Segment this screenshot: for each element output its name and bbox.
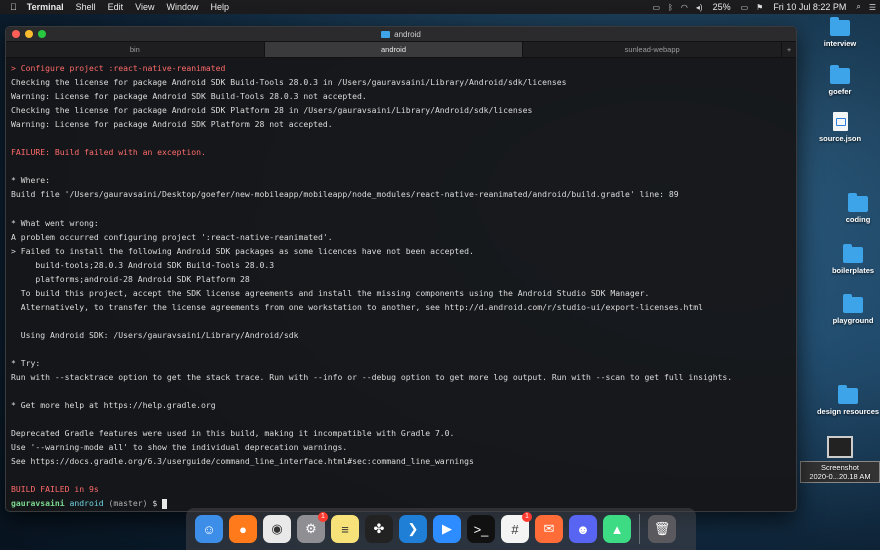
terminal-line: Build file '/Users/gauravsaini/Desktop/g… — [11, 189, 679, 200]
screenshot-thumbnail-icon — [827, 436, 853, 458]
menu-shell[interactable]: Shell — [70, 2, 102, 12]
desktop-file-source-json[interactable]: source.json — [800, 112, 880, 143]
terminal-line: Warning: License for package Android SDK… — [11, 91, 367, 102]
folder-icon — [843, 244, 863, 263]
zoom-icon[interactable]: ▶ — [433, 515, 461, 543]
tab-bar: bin android sunlead-webapp + — [6, 41, 796, 58]
terminal-line: Use '--warning-mode all' to show the ind… — [11, 442, 348, 453]
slack-icon[interactable]: #1 — [501, 512, 532, 543]
terminal-line: Using Android SDK: /Users/gauravsaini/Li… — [11, 329, 299, 340]
android-studio-icon[interactable]: ▲ — [603, 515, 631, 543]
dock: ☺ ● ◉ ⚙ 1 ≡ ✤ ❯ ▶ >_ #1 ✉ ☻ ▲ 🗑 — [186, 508, 696, 550]
folder-icon — [381, 30, 391, 38]
folder-icon — [843, 294, 863, 313]
system-preferences-icon[interactable]: ⚙ 1 — [297, 512, 328, 543]
notification-badge: 1 — [522, 512, 532, 522]
volume-icon[interactable]: ◂) — [696, 3, 703, 12]
terminal-line: build-tools;28.0.3 Android SDK Build-Too… — [11, 259, 275, 270]
tab-android[interactable]: android — [264, 42, 524, 57]
terminal-line: Checking the license for package Android… — [11, 105, 533, 116]
battery-percent[interactable]: 25% — [707, 2, 737, 12]
desktop-folder-interview[interactable]: interview — [800, 17, 880, 48]
dock-separator — [639, 514, 640, 544]
control-center-icon[interactable]: ☰ — [869, 3, 876, 12]
terminal-line: See https://docs.gradle.org/6.3/userguid… — [11, 456, 474, 467]
terminal-window: android bin android sunlead-webapp + > C… — [5, 26, 797, 512]
battery-icon[interactable]: ▭ — [741, 3, 749, 12]
desktop-folder-playground[interactable]: playground — [813, 294, 880, 325]
desktop-folder-coding[interactable]: coding — [818, 193, 880, 224]
prompt-dir: android — [69, 498, 104, 509]
bluetooth-icon[interactable]: ᛒ — [668, 3, 673, 12]
flag-icon[interactable]: ⚑ — [756, 3, 763, 12]
terminal-output[interactable]: > Configure project :react-native-reanim… — [6, 58, 796, 511]
terminal-line: > Configure project :react-native-reanim… — [11, 63, 226, 73]
desktop-folder-goefer[interactable]: goefer — [800, 65, 880, 96]
display-icon[interactable]: ▭ — [653, 3, 661, 12]
clock[interactable]: Fri 10 Jul 8:22 PM — [767, 2, 852, 12]
tab-bin[interactable]: bin — [6, 42, 265, 57]
terminal-line: * Where: — [11, 175, 50, 186]
desktop-folder-design-resources[interactable]: design resources — [808, 385, 880, 416]
terminal-line: Alternatively, to transfer the license a… — [11, 301, 703, 312]
menu-window[interactable]: Window — [160, 2, 204, 12]
trash-icon[interactable]: 🗑 — [648, 515, 676, 543]
desktop-folder-boilerplates[interactable]: boilerplates — [813, 244, 880, 275]
terminal-line: * What went wrong: — [11, 217, 99, 228]
terminal-line: Deprecated Gradle features were used in … — [11, 428, 455, 439]
folder-icon — [830, 17, 850, 36]
terminal-line: Run with --stacktrace option to get the … — [11, 372, 733, 383]
prompt-symbol: $ — [152, 498, 158, 509]
wifi-icon[interactable]: ◠ — [681, 3, 688, 12]
discord-icon[interactable]: ☻ — [569, 515, 597, 543]
desktop-file-screenshot[interactable]: Screenshot 2020-0...20.18 AM — [800, 436, 880, 483]
finder-icon[interactable]: ☺ — [195, 515, 223, 543]
figma-icon[interactable]: ✤ — [365, 515, 393, 543]
notification-badge: 1 — [318, 512, 328, 522]
terminal-line: Checking the license for package Android… — [11, 77, 567, 88]
search-icon[interactable]: ⌕ — [856, 2, 860, 12]
terminal-line: FAILURE: Build failed with an exception. — [11, 147, 206, 158]
screenshot-label: Screenshot 2020-0...20.18 AM — [800, 461, 880, 483]
menu-help[interactable]: Help — [205, 2, 236, 12]
terminal-line: * Get more help at https://help.gradle.o… — [11, 400, 216, 411]
menu-bar:  Terminal Shell Edit View Window Help ▭… — [0, 0, 880, 14]
window-title: android — [6, 30, 796, 39]
menu-view[interactable]: View — [129, 2, 160, 12]
terminal-line: Warning: License for package Android SDK… — [11, 119, 333, 130]
prompt-user: gauravsaini — [11, 498, 65, 509]
terminal-icon[interactable]: >_ — [467, 515, 495, 543]
folder-icon — [830, 65, 850, 84]
terminal-line: To build this project, accept the SDK li… — [11, 287, 650, 298]
title-bar[interactable]: android — [6, 27, 796, 41]
vscode-icon[interactable]: ❯ — [399, 515, 427, 543]
folder-icon — [848, 193, 868, 212]
prompt-branch: (master) — [108, 498, 148, 509]
terminal-line: platforms;android-28 Android SDK Platfor… — [11, 273, 250, 284]
terminal-line: * Try: — [11, 357, 41, 368]
chrome-icon[interactable]: ◉ — [263, 515, 291, 543]
folder-icon — [838, 385, 858, 404]
menu-edit[interactable]: Edit — [102, 2, 130, 12]
apple-icon[interactable]:  — [0, 2, 21, 12]
terminal-line: BUILD FAILED in 9s — [11, 484, 99, 495]
document-icon — [832, 112, 848, 131]
notes-icon[interactable]: ≡ — [331, 515, 359, 543]
new-tab-button[interactable]: + — [782, 42, 796, 57]
tab-sunlead-webapp[interactable]: sunlead-webapp — [523, 42, 783, 57]
terminal-line: > Failed to install the following Androi… — [11, 245, 474, 256]
text-cursor — [162, 498, 168, 509]
postman-icon[interactable]: ✉ — [535, 515, 563, 543]
firefox-icon[interactable]: ● — [229, 515, 257, 543]
terminal-line: A problem occurred configuring project '… — [11, 231, 333, 242]
menu-app-name[interactable]: Terminal — [21, 2, 70, 12]
